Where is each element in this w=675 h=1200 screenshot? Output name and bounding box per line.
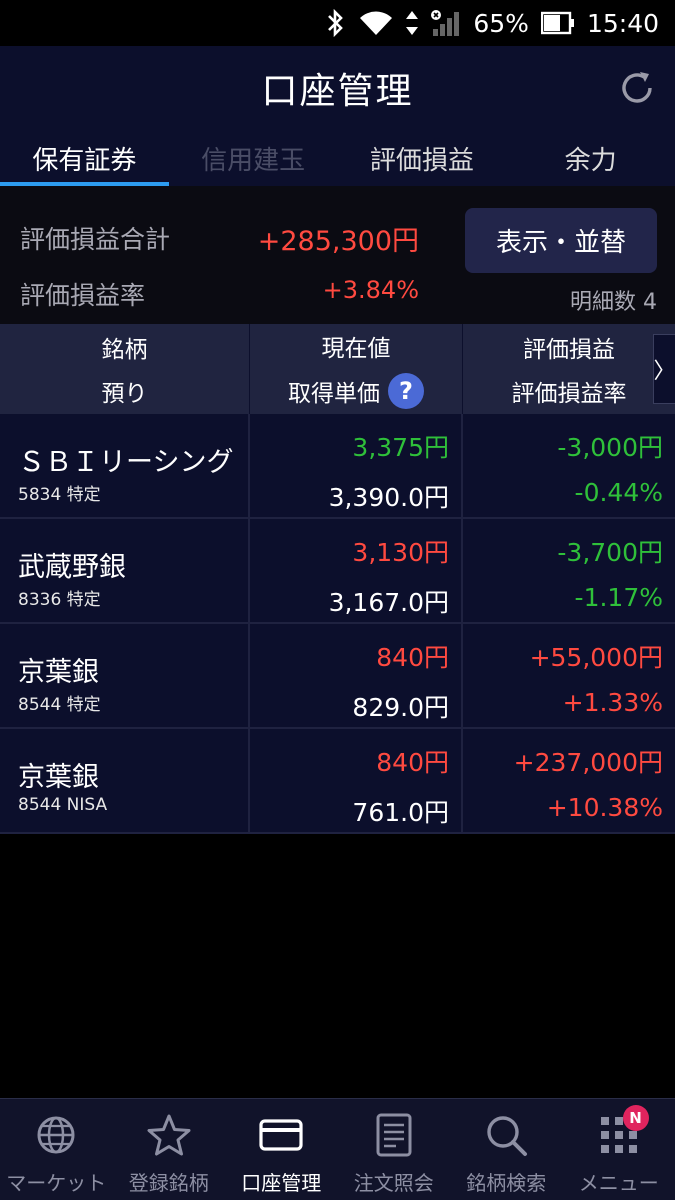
pl-amount: +55,000円 — [529, 643, 663, 672]
cell-price: 3,375円 3,390.0円 — [250, 414, 463, 517]
battery-percent: 65% — [473, 8, 529, 38]
stock-code: 8544 特定 — [18, 695, 101, 715]
header-col-price: 現在値 取得単価 ? — [250, 324, 463, 414]
cell-price: 840円 829.0円 — [250, 624, 463, 727]
pl-amount: -3,700円 — [557, 538, 663, 567]
scroll-right-icon[interactable]: 〉 — [653, 334, 675, 404]
pl-rate: -1.17% — [574, 583, 663, 612]
stock-code: 8336 特定 — [18, 590, 101, 610]
star-icon — [147, 1114, 191, 1156]
table-row[interactable]: ＳＢＩリーシング 5834 特定 3,375円 3,390.0円 -3,000円… — [0, 414, 675, 519]
header-col-pl: 評価損益 評価損益率 — [463, 324, 675, 414]
tab-profit-loss[interactable]: 評価損益 — [338, 130, 507, 186]
pl-amount: -3,000円 — [557, 433, 663, 462]
header-col-stock: 銘柄 預り — [0, 324, 250, 414]
cell-pl: -3,700円 -1.17% — [463, 519, 675, 622]
nav-label: 注文照会 — [353, 1171, 434, 1195]
globe-icon — [37, 1116, 75, 1154]
bottom-nav: マーケット 登録銘柄 口座管理 注文照会 銘柄検索 N メニュー — [0, 1098, 675, 1200]
cell-price: 3,130円 3,167.0円 — [250, 519, 463, 622]
cell-pl: +237,000円 +10.38% — [463, 729, 675, 832]
help-icon[interactable]: ? — [388, 373, 424, 409]
nav-label: 口座管理 — [241, 1171, 322, 1195]
header-pl: 評価損益 — [523, 337, 615, 363]
nav-market[interactable]: マーケット — [0, 1099, 113, 1200]
item-count: 明細数 4 — [570, 290, 657, 315]
nav-menu[interactable]: N メニュー — [563, 1099, 675, 1200]
tab-bar: 保有証券 信用建玉 評価損益 余力 — [0, 130, 675, 186]
notification-badge: N — [622, 1105, 649, 1131]
page-title: 口座管理 — [261, 71, 414, 112]
tab-holdings[interactable]: 保有証券 — [0, 130, 169, 186]
cost-price: 3,167.0円 — [328, 588, 449, 617]
nav-label: メニュー — [578, 1171, 659, 1195]
nav-label: 登録銘柄 — [128, 1171, 209, 1195]
stock-code: 5834 特定 — [18, 485, 101, 505]
cell-price: 840円 761.0円 — [250, 729, 463, 832]
stock-code: 8544 NISA — [18, 795, 108, 815]
pl-rate: -0.44% — [574, 478, 663, 507]
cost-price: 761.0円 — [352, 798, 449, 827]
summary-panel: 評価損益合計 +285,300円 評価損益率 +3.84% 表示・並替 明細数 … — [0, 186, 675, 324]
search-icon — [487, 1116, 528, 1156]
battery-icon — [540, 11, 574, 35]
table-row[interactable]: 武蔵野銀 8336 特定 3,130円 3,167.0円 -3,700円 -1.… — [0, 519, 675, 624]
nav-search[interactable]: 銘柄検索 — [450, 1099, 563, 1200]
cell-stock: 京葉銀 8544 NISA — [0, 729, 250, 832]
total-pl-value: +285,300円 — [257, 226, 419, 257]
header-pl-rate: 評価損益率 — [511, 381, 627, 407]
nav-account[interactable]: 口座管理 — [225, 1099, 338, 1200]
header-stock-name: 銘柄 — [101, 337, 148, 363]
table-row[interactable]: 京葉銀 8544 NISA 840円 761.0円 +237,000円 +10.… — [0, 729, 675, 834]
current-price: 3,130円 — [352, 538, 449, 567]
header-account-type: 預り — [101, 381, 148, 407]
cell-stock: 武蔵野銀 8336 特定 — [0, 519, 250, 622]
current-price: 840円 — [376, 643, 449, 672]
nav-orders[interactable]: 注文照会 — [338, 1099, 451, 1200]
nav-watchlist[interactable]: 登録銘柄 — [113, 1099, 226, 1200]
cell-stock: 京葉銀 8544 特定 — [0, 624, 250, 727]
stock-name: 京葉銀 — [18, 762, 99, 793]
nav-label: 銘柄検索 — [466, 1171, 547, 1195]
tab-margin-positions[interactable]: 信用建玉 — [169, 130, 338, 186]
data-transfer-icon — [406, 11, 419, 35]
status-bar: 65% 15:40 — [0, 0, 675, 46]
wifi-icon — [360, 11, 393, 35]
tab-buying-power[interactable]: 余力 — [506, 130, 675, 186]
pl-rate-value: +3.84% — [322, 276, 419, 304]
refresh-icon[interactable] — [617, 68, 657, 108]
current-price: 840円 — [376, 748, 449, 777]
stock-name: 武蔵野銀 — [18, 552, 126, 583]
bluetooth-icon — [328, 9, 344, 37]
cost-price: 829.0円 — [352, 693, 449, 722]
cell-stock: ＳＢＩリーシング 5834 特定 — [0, 414, 250, 517]
header-cost-line: 取得単価 ? — [288, 373, 424, 409]
app-header: 口座管理 — [0, 46, 675, 130]
pl-rate: +1.33% — [562, 688, 663, 717]
total-pl-label: 評価損益合計 — [20, 225, 171, 254]
table-header: 銘柄 預り 現在値 取得単価 ? 評価損益 評価損益率 — [0, 324, 675, 414]
cell-pl: -3,000円 -0.44% — [463, 414, 675, 517]
document-icon — [376, 1113, 412, 1157]
cell-pl: +55,000円 +1.33% — [463, 624, 675, 727]
card-icon — [259, 1119, 303, 1151]
clock: 15:40 — [586, 8, 659, 38]
pl-rate: +10.38% — [546, 793, 663, 822]
cost-price: 3,390.0円 — [328, 483, 449, 512]
current-price: 3,375円 — [352, 433, 449, 462]
table-row[interactable]: 京葉銀 8544 特定 840円 829.0円 +55,000円 +1.33% — [0, 624, 675, 729]
display-sort-button[interactable]: 表示・並替 — [465, 208, 657, 273]
holdings-list: ＳＢＩリーシング 5834 特定 3,375円 3,390.0円 -3,000円… — [0, 414, 675, 834]
header-current-price: 現在値 — [321, 336, 391, 362]
pl-amount: +237,000円 — [513, 748, 663, 777]
stock-name: ＳＢＩリーシング — [18, 447, 234, 478]
header-cost: 取得単価 — [288, 381, 380, 407]
pl-rate-label: 評価損益率 — [20, 281, 146, 310]
nav-label: マーケット — [6, 1171, 107, 1195]
signal-icon — [431, 10, 460, 36]
stock-name: 京葉銀 — [18, 657, 99, 688]
